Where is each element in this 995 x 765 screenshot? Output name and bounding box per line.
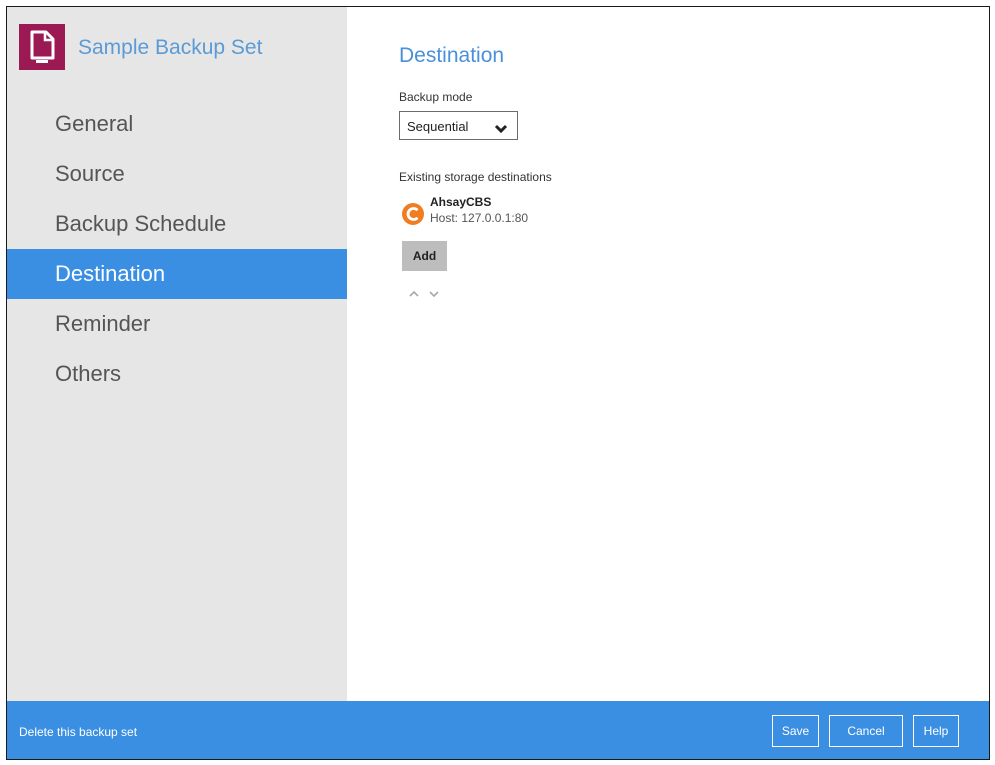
- help-button[interactable]: Help: [913, 715, 959, 747]
- chevron-down-icon[interactable]: [427, 287, 441, 301]
- backup-set-header: Sample Backup Set: [19, 24, 339, 70]
- backup-set-window: Sample Backup Set General Source Backup …: [6, 6, 990, 760]
- chevron-down-icon: [494, 121, 508, 139]
- destination-item-ahsaycbs[interactable]: AhsayCBS Host: 127.0.0.1:80: [401, 195, 601, 233]
- backup-mode-value: Sequential: [407, 119, 469, 134]
- existing-destinations-label: Existing storage destinations: [399, 170, 552, 184]
- ahsay-cbs-logo-icon: [401, 202, 425, 226]
- sidebar-item-general[interactable]: General: [7, 99, 347, 149]
- file-icon: [19, 24, 65, 70]
- delete-backup-set-link[interactable]: Delete this backup set: [19, 725, 137, 739]
- order-controls: [407, 287, 447, 305]
- save-button[interactable]: Save: [772, 715, 819, 747]
- destination-host: Host: 127.0.0.1:80: [430, 211, 529, 225]
- footer-bar: Delete this backup set Save Cancel Help: [7, 701, 989, 759]
- main-panel: Destination Backup mode Sequential Exist…: [347, 7, 989, 701]
- sidebar-item-destination[interactable]: Destination: [7, 249, 347, 299]
- sidebar-item-backup-schedule[interactable]: Backup Schedule: [7, 199, 347, 249]
- backup-mode-select[interactable]: Sequential: [399, 111, 518, 140]
- chevron-up-icon[interactable]: [407, 287, 421, 301]
- sidebar-item-reminder[interactable]: Reminder: [7, 299, 347, 349]
- backup-set-title: Sample Backup Set: [78, 36, 263, 59]
- sidebar-item-others[interactable]: Others: [7, 349, 347, 399]
- page-title: Destination: [399, 44, 505, 67]
- sidebar-item-source[interactable]: Source: [7, 149, 347, 199]
- cancel-button[interactable]: Cancel: [829, 715, 903, 747]
- sidebar-nav: General Source Backup Schedule Destinati…: [7, 99, 347, 399]
- backup-mode-label: Backup mode: [399, 90, 473, 104]
- destination-name: AhsayCBS: [430, 195, 492, 209]
- add-destination-button[interactable]: Add: [402, 241, 447, 271]
- sidebar: Sample Backup Set General Source Backup …: [7, 7, 347, 701]
